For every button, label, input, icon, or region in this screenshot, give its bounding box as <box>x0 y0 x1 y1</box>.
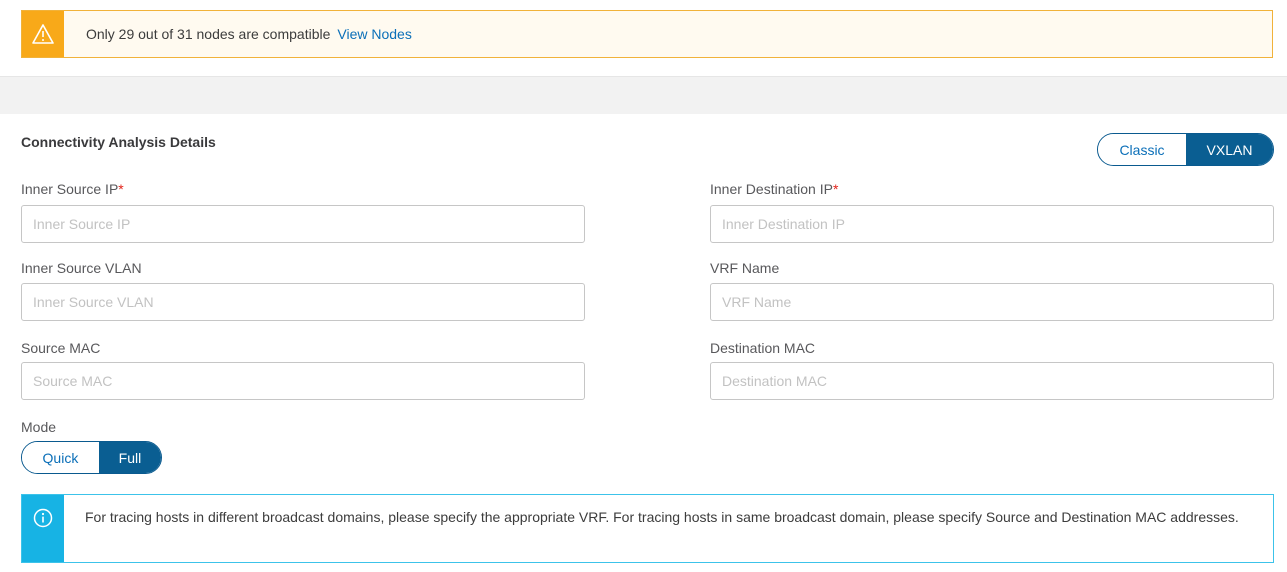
vrf-info-banner: For tracing hosts in different broadcast… <box>21 494 1274 563</box>
vrf-name-label: VRF Name <box>710 260 780 276</box>
source-mac-label: Source MAC <box>21 340 101 356</box>
compatibility-warning-banner: Only 29 out of 31 nodes are compatible V… <box>21 10 1273 58</box>
source-mac-input[interactable] <box>21 362 585 400</box>
info-message: For tracing hosts in different broadcast… <box>85 509 1239 525</box>
warning-triangle-icon <box>22 11 64 57</box>
destination-mac-input[interactable] <box>710 362 1274 400</box>
destination-mac-label: Destination MAC <box>710 340 816 356</box>
inner-source-vlan-input[interactable] <box>21 283 585 321</box>
inner-source-ip-input[interactable] <box>21 205 585 243</box>
inner-source-ip-label: Inner Source IP* <box>21 181 124 197</box>
warning-message: Only 29 out of 31 nodes are compatible <box>86 26 331 42</box>
inner-source-vlan-label: Inner Source VLAN <box>21 260 142 276</box>
mode-label: Mode <box>21 419 57 435</box>
section-title: Connectivity Analysis Details <box>21 134 216 150</box>
inner-destination-ip-input[interactable] <box>710 205 1274 243</box>
view-nodes-link[interactable]: View Nodes <box>337 26 411 42</box>
mode-toggle[interactable]: Quick Full <box>21 441 162 474</box>
encapsulation-toggle[interactable]: Classic VXLAN <box>1097 133 1274 166</box>
vxlan-option[interactable]: VXLAN <box>1186 134 1273 165</box>
required-asterisk: * <box>118 181 124 197</box>
full-option[interactable]: Full <box>98 442 161 473</box>
classic-option[interactable]: Classic <box>1098 134 1186 165</box>
inner-destination-ip-label: Inner Destination IP* <box>710 181 839 197</box>
required-asterisk: * <box>832 181 839 197</box>
info-circle-icon <box>22 495 64 562</box>
quick-option[interactable]: Quick <box>22 442 99 473</box>
vrf-name-input[interactable] <box>710 283 1274 321</box>
section-divider-band <box>0 76 1287 114</box>
